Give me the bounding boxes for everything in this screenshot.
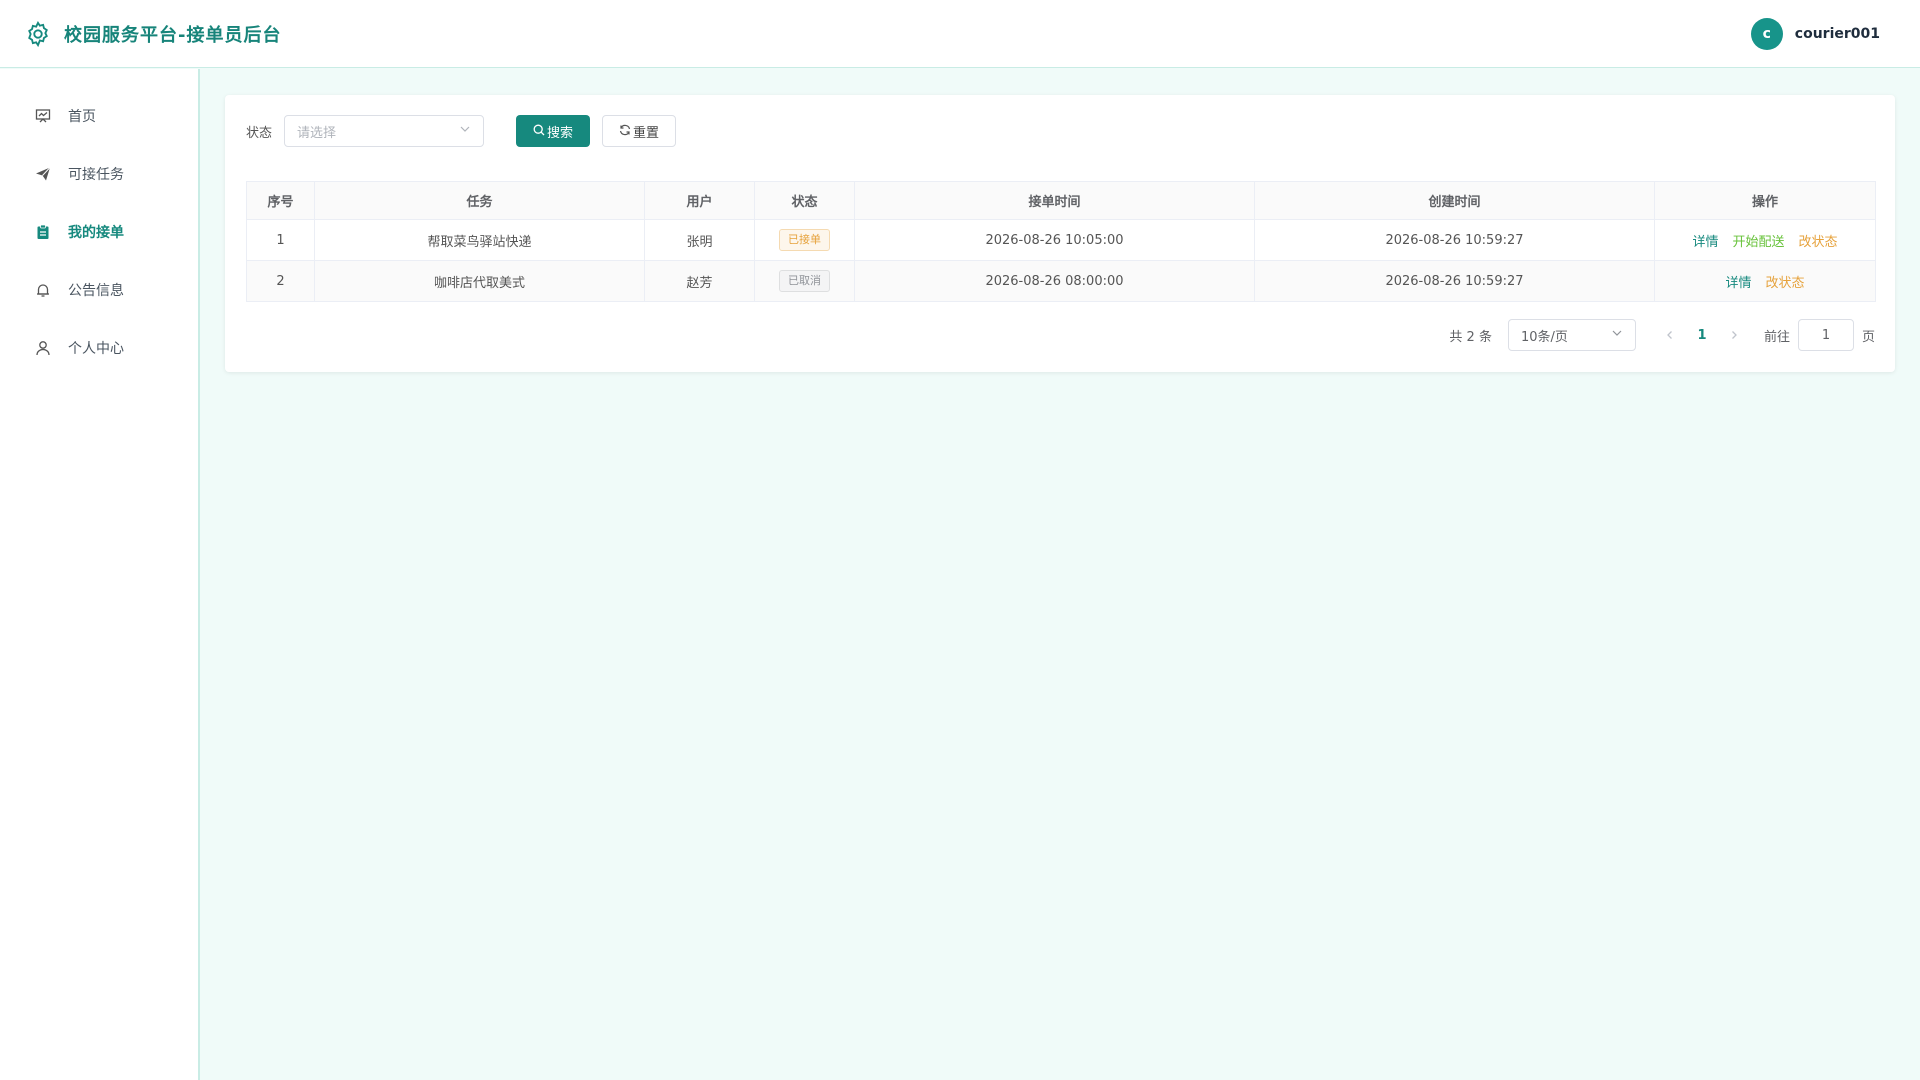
app-title: 校园服务平台-接单员后台 [64,24,282,46]
sidebar: 首页 可接任务 我的接单 公告信息 个人中心 [0,69,200,1080]
sidebar-item-home[interactable]: 首页 [0,87,198,145]
user-menu[interactable]: c courier001 [1750,17,1880,50]
row-index: 1 [246,219,315,261]
row-task: 帮取菜鸟驿站快递 [314,219,645,261]
column-header-create-time: 创建时间 [1254,181,1655,220]
send-icon [34,165,52,183]
sidebar-item-announcements[interactable]: 公告信息 [0,261,198,319]
brand: 校园服务平台-接单员后台 [24,20,281,48]
sidebar-item-profile[interactable]: 个人中心 [0,319,198,377]
reset-button-label: 重置 [633,124,660,140]
change-status-link[interactable]: 改状态 [1799,231,1838,250]
row-status-cell: 已取消 [754,260,855,302]
next-page-icon[interactable] [1720,321,1748,349]
row-create-time: 2026-08-26 10:59:27 [1254,219,1655,261]
sidebar-item-label: 个人中心 [68,341,124,357]
sidebar-item-label: 首页 [68,109,96,125]
top-header: 校园服务平台-接单员后台 c courier001 [0,0,1920,68]
sidebar-item-label: 我的接单 [68,225,124,241]
table-header-row: 序号 任务 用户 状态 接单时间 创建时间 操作 [246,181,1876,220]
home-chart-icon [34,107,52,125]
avatar[interactable]: c [1750,17,1783,50]
gear-icon [24,20,52,48]
prev-page-icon[interactable] [1656,321,1684,349]
sidebar-item-label: 可接任务 [68,167,124,183]
column-header-accept-time: 接单时间 [854,181,1255,220]
sidebar-item-label: 公告信息 [68,283,124,299]
chevron-down-icon [459,123,471,139]
row-accept-time: 2026-08-26 10:05:00 [854,219,1255,261]
row-task: 咖啡店代取美式 [314,260,645,302]
row-index: 2 [246,260,315,302]
filter-bar: 状态 请选择 搜索 重置 [246,115,677,147]
page-size-value: 10条/页 [1520,329,1568,345]
status-select[interactable]: 请选择 [284,115,485,147]
column-header-actions: 操作 [1654,181,1876,220]
goto-label: 前往 [1763,329,1790,345]
bell-icon [34,281,52,299]
status-filter-label: 状态 [246,125,273,141]
column-header-user: 用户 [644,181,755,220]
clipboard-icon [34,223,52,241]
column-header-index: 序号 [246,181,315,220]
row-accept-time: 2026-08-26 08:00:00 [854,260,1255,302]
goto-page-input[interactable]: 1 [1797,319,1854,351]
orders-table: 序号 任务 用户 状态 接单时间 创建时间 操作 1 帮取菜鸟驿站快递 张明 已… [246,181,1876,302]
detail-link[interactable]: 详情 [1725,272,1751,291]
row-status-cell: 已接单 [754,219,855,261]
change-status-link[interactable]: 改状态 [1766,272,1805,291]
page-size-select[interactable]: 10条/页 [1507,319,1636,351]
row-user: 张明 [644,219,755,261]
page-number-current[interactable]: 1 [1684,321,1720,349]
search-button-label: 搜索 [547,124,574,140]
start-delivery-link[interactable]: 开始配送 [1732,231,1784,250]
reset-button[interactable]: 重置 [602,115,677,147]
page-unit-label: 页 [1861,329,1875,345]
username[interactable]: courier001 [1795,26,1880,42]
pagination-total: 共 2 条 [1449,329,1492,345]
row-actions: 详情 开始配送 改状态 [1654,219,1876,261]
search-button[interactable]: 搜索 [516,115,591,147]
detail-link[interactable]: 详情 [1692,231,1718,250]
sidebar-item-my-orders[interactable]: 我的接单 [0,203,198,261]
user-icon [34,339,52,357]
status-select-placeholder: 请选择 [297,125,337,141]
table-row: 1 帮取菜鸟驿站快递 张明 已接单 2026-08-26 10:05:00 20… [246,219,1876,261]
refresh-icon [619,124,631,139]
status-badge: 已接单 [779,229,830,251]
column-header-task: 任务 [314,181,645,220]
pagination: 共 2 条 10条/页 1 前往 1 页 [1449,319,1875,351]
search-icon [533,124,545,139]
chevron-down-icon [1611,327,1623,343]
orders-card: 状态 请选择 搜索 重置 序号 任务 用户 状态 接单时间 创建时间 操作 1 … [225,95,1895,372]
column-header-status: 状态 [754,181,855,220]
table-row: 2 咖啡店代取美式 赵芳 已取消 2026-08-26 08:00:00 202… [246,260,1876,302]
row-user: 赵芳 [644,260,755,302]
row-create-time: 2026-08-26 10:59:27 [1254,260,1655,302]
row-actions: 详情 改状态 [1654,260,1876,302]
sidebar-item-available-tasks[interactable]: 可接任务 [0,145,198,203]
status-badge: 已取消 [779,270,830,292]
